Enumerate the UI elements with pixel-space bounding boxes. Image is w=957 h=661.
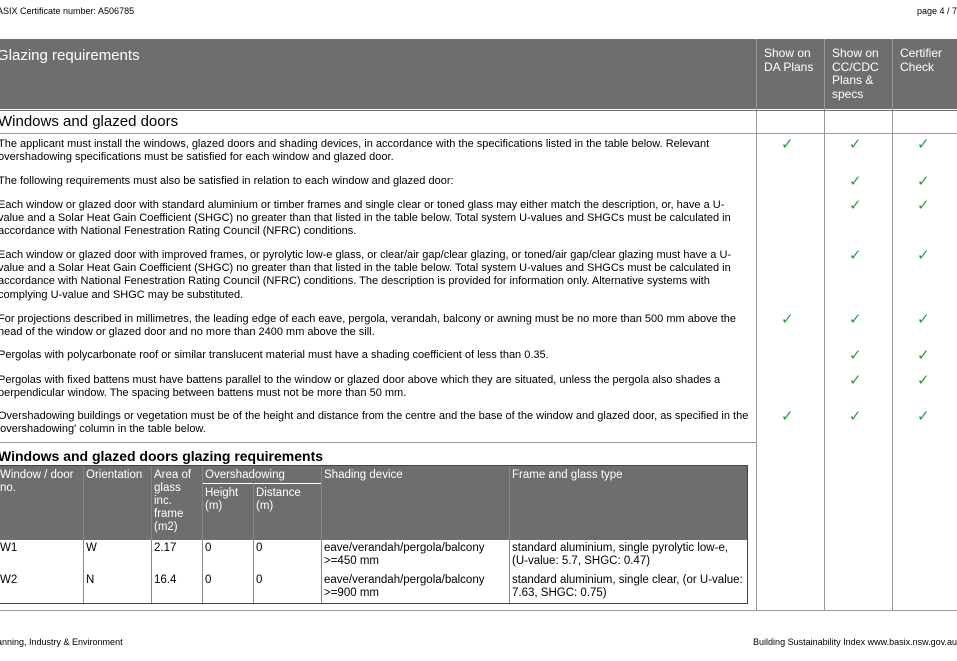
requirement-text: Each window or glazed door with improved…: [0, 249, 732, 301]
column-divider: [756, 39, 757, 611]
check-icon: ✓: [917, 196, 930, 214]
requirement-text: For projections described in millimetres…: [0, 313, 737, 339]
col-line: [202, 466, 203, 603]
check-icon: ✓: [849, 135, 862, 153]
check-icon: ✓: [917, 407, 930, 425]
header-shading: Shading device: [324, 469, 403, 481]
col-line: [253, 483, 254, 603]
top-bar: ASIX Certificate number: A506785 page 4 …: [0, 4, 957, 20]
col-line: [83, 466, 84, 603]
row-divider: [0, 110, 957, 111]
check-icon: ✓: [781, 407, 794, 425]
footer-basix: Building Sustainability Index www.basix.…: [753, 637, 957, 647]
row-divider: [0, 442, 757, 443]
header-divider: [202, 483, 322, 484]
requirement-text: Each window or glazed door with standard…: [0, 199, 731, 238]
row-divider: [0, 610, 957, 611]
cell-height: 0: [205, 574, 212, 586]
certificate-number: ASIX Certificate number: A506785: [0, 6, 135, 16]
header-distance: Distance (m): [256, 487, 301, 512]
check-icon: ✓: [781, 135, 794, 153]
requirement-text: Pergolas with polycarbonate roof or simi…: [0, 349, 549, 361]
header-orientation: Orientation: [86, 469, 143, 481]
check-icon: ✓: [917, 135, 930, 153]
col-line: [509, 466, 510, 603]
cell-shading: eave/verandah/pergola/balcony >=450 mm: [324, 542, 485, 567]
requirement-text: The following requirements must also be …: [0, 175, 454, 187]
requirement-text: The applicant must install the windows, …: [0, 138, 710, 164]
page-number: page 4 / 7: [916, 6, 957, 16]
check-icon: ✓: [849, 196, 862, 214]
check-icon: ✓: [849, 371, 862, 389]
glazing-table: Window / door no. Orientation Area of gl…: [0, 465, 748, 604]
col-da-plans: Show on DA Plans: [764, 46, 814, 74]
cell-window: W2: [0, 574, 18, 586]
header-frame: Frame and glass type: [512, 469, 623, 481]
col-line: [321, 466, 322, 603]
footer-department: anning, Industry & Environment: [0, 637, 123, 647]
check-icon: ✓: [849, 310, 862, 328]
check-icon: ✓: [917, 310, 930, 328]
check-icon: ✓: [917, 246, 930, 264]
header-title: Glazing requirements: [0, 47, 140, 64]
glazing-table-title: Windows and glazed doors glazing require…: [0, 448, 324, 464]
cell-frame: standard aluminium, single pyrolytic low…: [512, 542, 729, 567]
header-overshadowing: Overshadowing: [205, 469, 285, 481]
cell-distance: 0: [256, 574, 263, 586]
check-icon: ✓: [781, 310, 794, 328]
section-title: Windows and glazed doors: [0, 113, 179, 130]
glazing-table-header: Window / door no. Orientation Area of gl…: [0, 466, 747, 540]
cell-area: 2.17: [154, 542, 177, 554]
cell-window: W1: [0, 542, 18, 554]
col-cc-cdc: Show on CC/CDC Plans & specs: [832, 46, 879, 101]
cell-orientation: N: [86, 574, 95, 586]
check-icon: ✓: [849, 407, 862, 425]
check-icon: ✓: [849, 172, 862, 190]
glazing-header: Glazing requirements Show on DA Plans Sh…: [0, 39, 957, 109]
check-icon: ✓: [917, 371, 930, 389]
col-line: [151, 466, 152, 603]
col-certifier: Certifier Check: [900, 46, 943, 74]
check-icon: ✓: [849, 246, 862, 264]
column-divider: [892, 39, 893, 611]
cell-height: 0: [205, 542, 212, 554]
cell-frame: standard aluminium, single clear, (or U-…: [512, 574, 743, 599]
header-height: Height (m): [205, 487, 239, 512]
check-icon: ✓: [917, 172, 930, 190]
check-icon: ✓: [849, 346, 862, 364]
requirement-text: Pergolas with fixed battens must have ba…: [0, 374, 721, 400]
row-divider: [0, 133, 957, 134]
header-area: Area of glass inc. frame (m2): [154, 469, 192, 533]
check-icon: ✓: [917, 346, 930, 364]
cell-shading: eave/verandah/pergola/balcony >=900 mm: [324, 574, 485, 599]
cell-orientation: W: [86, 542, 97, 554]
column-divider: [824, 39, 825, 611]
requirement-text: Overshadowing buildings or vegetation mu…: [0, 410, 749, 436]
header-window: Window / door no.: [0, 469, 74, 494]
cell-distance: 0: [256, 542, 263, 554]
cell-area: 16.4: [154, 574, 177, 586]
